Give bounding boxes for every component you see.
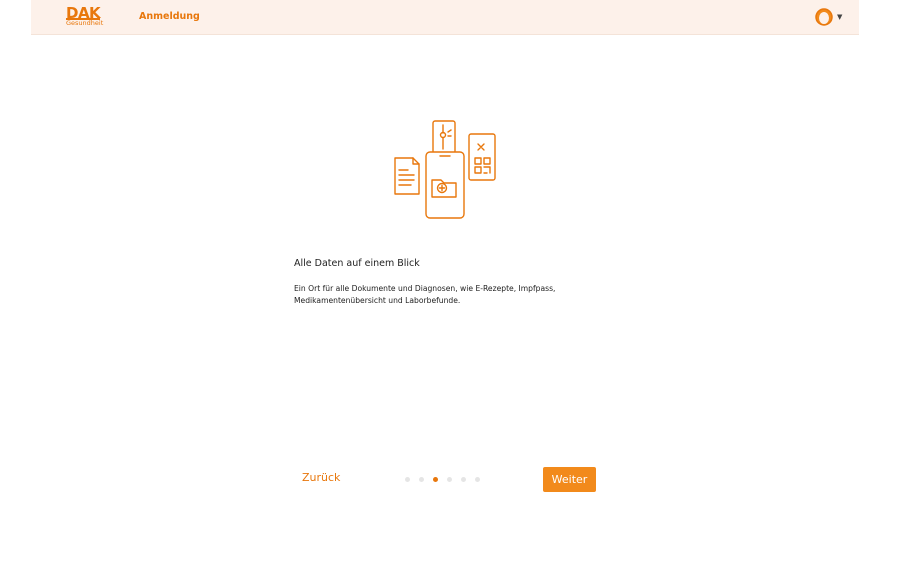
- app-header: DAK Gesundheit Anmeldung ▼: [31, 0, 859, 35]
- chevron-down-icon: ▼: [837, 13, 843, 21]
- page-dot-2[interactable]: [419, 477, 424, 482]
- next-button[interactable]: Weiter: [543, 467, 596, 492]
- back-button[interactable]: Zurück: [302, 471, 340, 484]
- page-dot-6[interactable]: [475, 477, 480, 482]
- dak-logo[interactable]: DAK Gesundheit: [66, 4, 104, 29]
- page-title: Anmeldung: [139, 11, 200, 22]
- onboarding-description: Ein Ort für alle Dokumente und Diagnosen…: [294, 284, 556, 305]
- logo-subtext: Gesundheit: [66, 19, 104, 27]
- onboarding-title: Alle Daten auf einem Blick: [294, 258, 420, 269]
- page-dot-5[interactable]: [461, 477, 466, 482]
- page-dot-4[interactable]: [447, 477, 452, 482]
- page-dot-1[interactable]: [405, 477, 410, 482]
- user-avatar-icon: [815, 8, 833, 26]
- page-dot-3[interactable]: [433, 477, 438, 482]
- health-documents-illustration: [394, 120, 496, 219]
- user-menu-button[interactable]: ▼: [814, 7, 842, 27]
